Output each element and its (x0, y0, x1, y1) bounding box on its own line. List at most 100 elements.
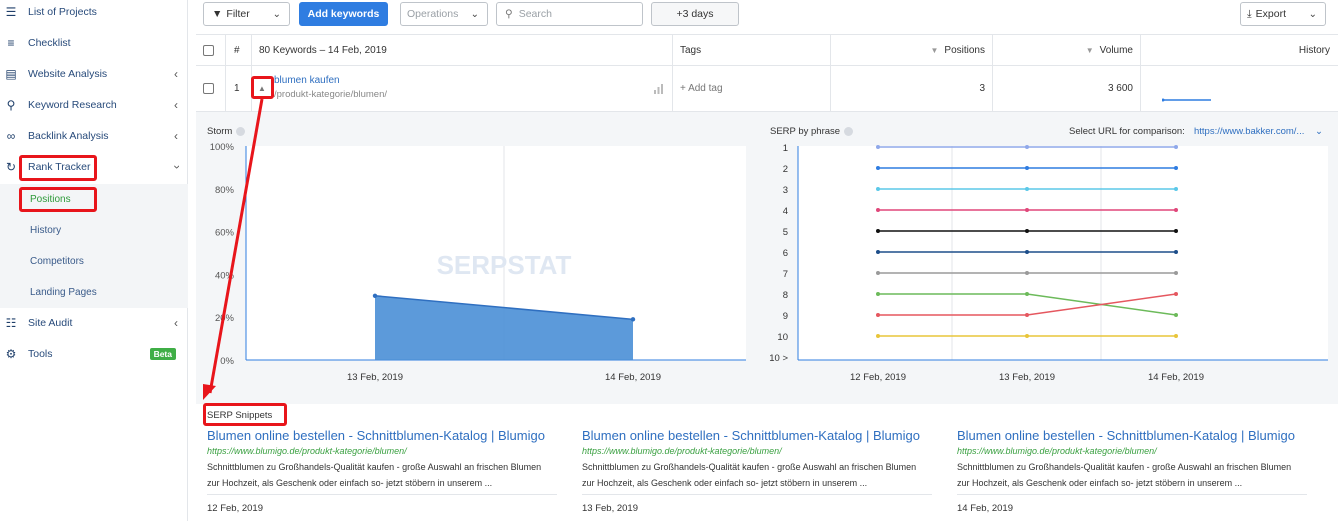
storm-chart: 100% 80% 60% 40% 20% 0% SERPSTAT 13 Feb, 2019 14… (210, 142, 746, 383)
serp-point (1025, 166, 1029, 170)
search-icon: ⚲ (505, 8, 513, 20)
caret-up-icon: ▲ (258, 84, 266, 93)
header-history: History (1298, 44, 1330, 56)
layers-icon: ☰ (5, 5, 17, 19)
serp-y-tick-label: 9 (783, 311, 788, 322)
keyword-link[interactable]: blumen kaufen (274, 75, 340, 86)
serp-snippet: Blumen online bestellen - Schnittblumen-… (207, 428, 567, 514)
chevron-left-icon: ‹ (174, 98, 178, 112)
sort-icon: ▼ (1085, 45, 1094, 55)
export-button[interactable]: ⤓ Export ⌄ (1240, 2, 1326, 26)
serp-point (1025, 271, 1029, 275)
storm-y-tick-label: 40% (215, 270, 235, 281)
serp-point (1174, 208, 1178, 212)
compare-url-select[interactable]: https://www.bakker.com/... ⌄ (1194, 126, 1323, 137)
sidebar-sub-competitors[interactable]: Competitors (0, 250, 188, 272)
header-keywords: 80 Keywords – 14 Feb, 2019 (259, 44, 387, 56)
header-volume[interactable]: ▼ Volume (993, 35, 1133, 65)
row-checkbox[interactable] (203, 66, 214, 111)
sidebar: ☰ List of Projects ≡ Checklist ▤ Website… (0, 0, 188, 521)
bar-chart-icon[interactable] (654, 66, 664, 111)
chevron-down-icon: ⌄ (470, 8, 479, 20)
serp-point (1025, 208, 1029, 212)
add-keywords-button[interactable]: Add keywords (299, 2, 388, 26)
serp-y-tick-label: 2 (783, 164, 788, 175)
sidebar-item-site-audit[interactable]: ☷ Site Audit ‹ (0, 311, 188, 335)
serp-by-phrase-title: SERP by phrase (770, 126, 854, 137)
header-positions[interactable]: ▼ Positions (831, 35, 986, 65)
sidebar-item-list-of-projects[interactable]: ☰ List of Projects (0, 0, 188, 24)
serp-y-tick-label: 4 (783, 206, 788, 217)
serp-point (876, 271, 880, 275)
export-label: Export (1255, 8, 1287, 20)
plus-3-days-button[interactable]: +3 days (651, 2, 739, 26)
sidebar-item-label: Backlink Analysis (28, 130, 109, 142)
operations-placeholder: Operations (407, 8, 459, 20)
storm-y-tick-label: 60% (215, 228, 235, 239)
snippet-title[interactable]: Blumen online bestellen - Schnittblumen-… (582, 428, 942, 443)
storm-x-tick-label: 13 Feb, 2019 (347, 372, 403, 383)
storm-y-tick-label: 0% (220, 356, 234, 367)
key-icon: ⚲ (6, 98, 16, 112)
info-icon[interactable] (844, 126, 854, 136)
select-all-checkbox[interactable] (203, 35, 214, 65)
table-row: 1 ▲ blumen kaufen /produkt-kategorie/blu… (196, 66, 1338, 112)
sidebar-item-tools[interactable]: ⚙ Tools Beta (0, 342, 188, 366)
chevron-left-icon: ‹ (174, 316, 178, 330)
header-tags: Tags (680, 44, 702, 56)
serp-point (876, 292, 880, 296)
serp-point (876, 145, 880, 149)
sidebar-sub-positions[interactable]: Positions (0, 188, 188, 210)
sidebar-item-backlink-analysis[interactable]: ∞ Backlink Analysis ‹ (0, 124, 188, 148)
chevron-down-icon: ⌄ (1308, 8, 1317, 20)
snippet-date: 13 Feb, 2019 (582, 503, 638, 514)
snippet-title[interactable]: Blumen online bestellen - Schnittblumen-… (207, 428, 567, 443)
storm-x-tick-label: 14 Feb, 2019 (605, 372, 661, 383)
download-icon: ⤓ (1247, 7, 1252, 20)
serp-x-tick-label: 14 Feb, 2019 (1148, 372, 1204, 383)
toolbar: ▼ Filter ⌄ Add keywords Operations ⌄ ⚲ S… (196, 0, 1338, 30)
sidebar-sub-landing-pages[interactable]: Landing Pages (0, 281, 188, 303)
row-volume: 3 600 (1107, 83, 1133, 94)
search-placeholder: Search (518, 8, 552, 20)
collapse-toggle[interactable]: ▲ (254, 66, 270, 111)
info-icon[interactable] (236, 126, 246, 136)
gear-icon: ⚙ (5, 347, 17, 361)
serp-point (876, 229, 880, 233)
serp-point (876, 313, 880, 317)
snippet-description: Schnittblumen zu Großhandels-Qualität ka… (957, 462, 1292, 488)
serp-point (1174, 334, 1178, 338)
sidebar-item-rank-tracker[interactable]: ↻ Rank Tracker ‹ (0, 155, 188, 179)
serp-y-tick-label: 6 (783, 248, 788, 259)
snippet-title[interactable]: Blumen online bestellen - Schnittblumen-… (957, 428, 1309, 443)
filter-button[interactable]: ▼ Filter ⌄ (203, 2, 290, 26)
analysis-icon: ▤ (5, 67, 17, 81)
serp-snippets-title: SERP Snippets (207, 410, 273, 421)
serp-point (1025, 334, 1029, 338)
snippet-url[interactable]: https://www.blumigo.de/produkt-kategorie… (582, 446, 942, 456)
sidebar-item-label: Rank Tracker (28, 161, 91, 173)
serp-point (1174, 229, 1178, 233)
snippet-url[interactable]: https://www.blumigo.de/produkt-kategorie… (207, 446, 567, 456)
chevron-down-icon: ⌄ (272, 8, 281, 20)
operations-select[interactable]: Operations ⌄ (400, 2, 488, 26)
sidebar-item-keyword-research[interactable]: ⚲ Keyword Research ‹ (0, 93, 188, 117)
serp-x-tick-label: 13 Feb, 2019 (999, 372, 1055, 383)
snippet-url[interactable]: https://www.blumigo.de/produkt-kategorie… (957, 446, 1309, 456)
serp-snippets-section: SERP Snippets Blumen online bestellen - … (196, 404, 1338, 521)
serp-point (1025, 250, 1029, 254)
sidebar-item-website-analysis[interactable]: ▤ Website Analysis ‹ (0, 62, 188, 86)
serp-point (1174, 145, 1178, 149)
storm-point (372, 293, 378, 298)
serp-point (1174, 271, 1178, 275)
add-tag-link[interactable]: + Add tag (680, 66, 723, 111)
sidebar-sub-history[interactable]: History (0, 219, 188, 241)
serp-snippet: Blumen online bestellen - Schnittblumen-… (582, 428, 942, 514)
search-input[interactable]: ⚲ Search (496, 2, 643, 26)
header-volume-label: Volume (1099, 44, 1133, 56)
serp-y-tick-label: 1 (783, 143, 788, 154)
header-index: # (234, 44, 240, 56)
serp-point (1025, 229, 1029, 233)
sidebar-item-checklist[interactable]: ≡ Checklist (0, 31, 188, 55)
link-icon: ∞ (6, 129, 16, 143)
